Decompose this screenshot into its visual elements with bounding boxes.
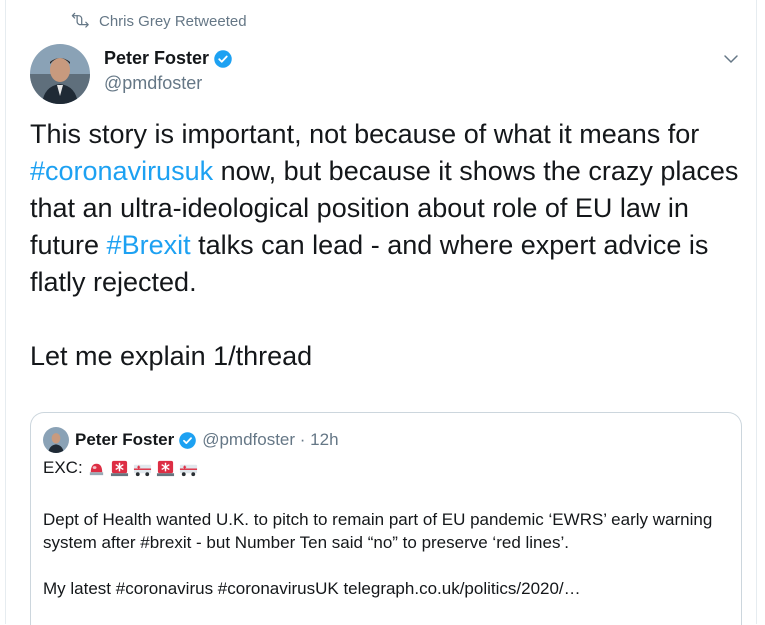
author-name[interactable]: Peter Foster (104, 48, 209, 69)
avatar-image (30, 44, 90, 104)
quoted-author-handle[interactable]: @pmdfoster (202, 430, 295, 450)
quoted-body: Dept of Health wanted U.K. to pitch to r… (43, 508, 733, 554)
quoted-tweet[interactable]: Peter Foster @pmdfoster · 12h EXC: Dept … (30, 412, 742, 625)
quoted-link-line[interactable]: My latest #coronavirus #coronavirusUK te… (43, 579, 581, 599)
author-name-row[interactable]: Peter Foster (104, 48, 233, 69)
quoted-body-text: Dept of Health wanted U.K. to pitch to r… (43, 510, 713, 552)
quoted-separator: · (295, 430, 311, 449)
verified-badge-icon (214, 49, 232, 68)
tweet-text-part-1: This story is important, not because of … (30, 119, 700, 149)
quoted-avatar[interactable] (43, 427, 69, 453)
retweet-icon (71, 12, 89, 28)
avatar[interactable] (30, 44, 90, 104)
tweet-text: This story is important, not because of … (30, 116, 750, 375)
hashtag-coronavirusuk[interactable]: #coronavirusuk (30, 156, 213, 186)
tweet-card[interactable]: Chris Grey Retweeted Peter Foster @pmdfo… (5, 0, 757, 625)
quoted-exc-line: EXC: (43, 458, 198, 478)
quoted-timestamp[interactable]: 12h (310, 430, 338, 450)
retweet-text[interactable]: Chris Grey Retweeted (99, 13, 247, 30)
rotating-light-emoji-icon (89, 463, 103, 475)
ambulance-emoji-icon (179, 464, 197, 476)
ambulance-emoji-icon (133, 464, 151, 476)
hashtag-brexit[interactable]: #Brexit (107, 230, 191, 260)
siren-emoji-icon (156, 460, 174, 476)
quoted-exc-label: EXC: (43, 458, 83, 477)
tweet-paragraph-1: This story is important, not because of … (30, 116, 750, 301)
tweet-paragraph-2: Let me explain 1/thread (30, 341, 313, 371)
quoted-tweet-header: Peter Foster @pmdfoster · 12h (43, 427, 339, 453)
retweet-indicator: Chris Grey Retweeted (70, 12, 247, 31)
author-handle[interactable]: @pmdfoster (104, 73, 202, 94)
siren-emoji-icon (110, 460, 128, 476)
quoted-avatar-image (43, 427, 69, 453)
chevron-down-icon[interactable] (722, 50, 740, 68)
quoted-author-name[interactable]: Peter Foster (75, 430, 174, 450)
verified-badge-icon (179, 431, 197, 449)
